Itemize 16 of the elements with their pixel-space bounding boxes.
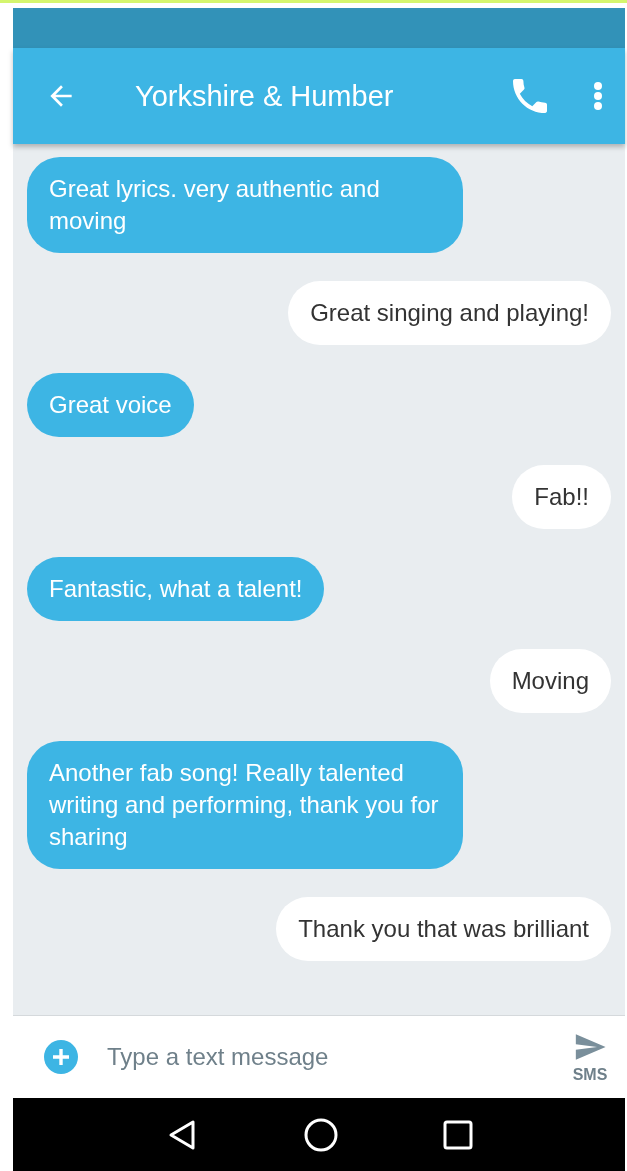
conversation-title: Yorkshire & Humber [135,79,395,113]
home-icon[interactable] [304,1117,338,1152]
send-button[interactable]: SMS [571,1030,609,1084]
phone-icon[interactable] [513,79,547,113]
add-icon[interactable] [43,1039,79,1075]
message-bubble: Great voice [27,373,194,437]
message-input-field[interactable]: Type a text message [107,1043,571,1071]
message-bubble: Fab!! [512,465,611,529]
message-bubble: Fantastic, what a talent! [27,557,325,621]
message-bubble: Great singing and playing! [288,281,611,345]
recents-icon[interactable] [442,1119,473,1150]
more-options-icon[interactable] [593,81,603,111]
message-bubble: Great lyrics. very authentic and moving [27,157,463,253]
message-bubble: Moving [489,649,611,713]
message-bubble: Another fab song! Really talented writing and performing, thank you for sharing [27,741,463,869]
message-bubble: Thank you that was brilliant [276,897,611,961]
